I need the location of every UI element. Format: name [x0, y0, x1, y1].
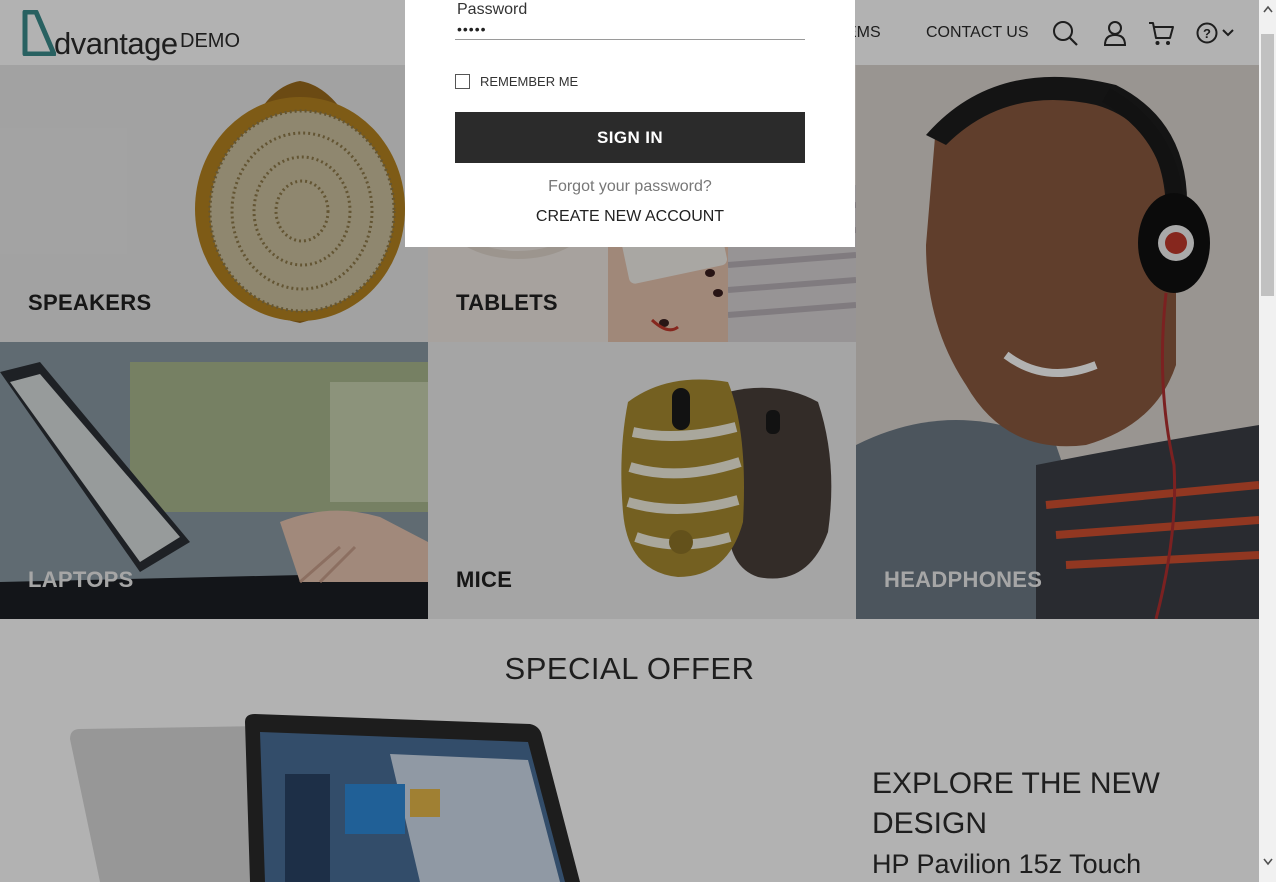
login-modal: Password REMEMBER ME SIGN IN Forgot your… — [405, 0, 855, 247]
remember-me-label: REMEMBER ME — [480, 74, 579, 89]
scrollbar-thumb[interactable] — [1261, 34, 1274, 296]
password-label: Password — [457, 1, 528, 18]
password-input[interactable] — [455, 18, 805, 40]
checkbox-box[interactable] — [455, 74, 470, 89]
scroll-up-arrow-icon[interactable] — [1259, 0, 1276, 17]
scroll-down-arrow-icon[interactable] — [1259, 853, 1276, 870]
forgot-password-link[interactable]: Forgot your password? — [405, 178, 855, 196]
page-scrollbar[interactable] — [1259, 0, 1276, 882]
create-account-link[interactable]: CREATE NEW ACCOUNT — [405, 208, 855, 226]
sign-in-button[interactable]: SIGN IN — [455, 112, 805, 163]
remember-me-checkbox[interactable]: REMEMBER ME — [455, 74, 578, 89]
